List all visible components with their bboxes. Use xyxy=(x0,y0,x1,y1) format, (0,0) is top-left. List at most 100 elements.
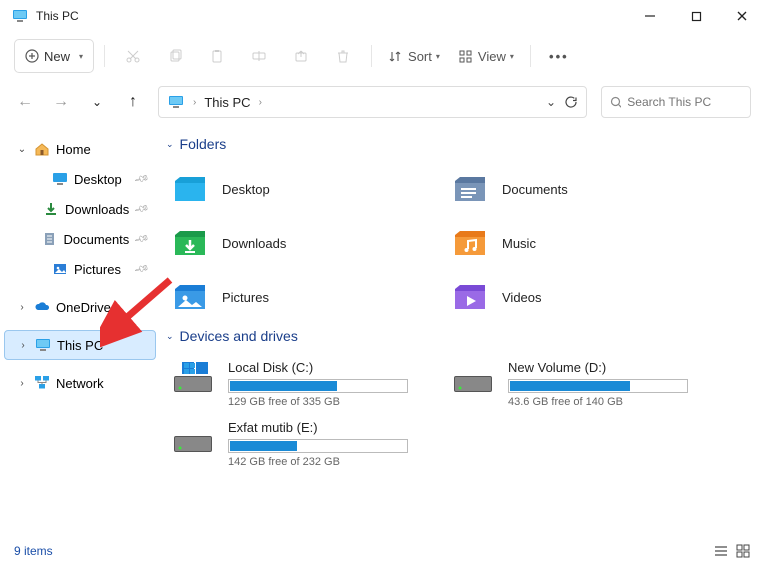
drive-c[interactable]: Local Disk (C:) 129 GB free of 335 GB xyxy=(164,354,444,414)
title-bar: This PC xyxy=(0,0,765,32)
arrow-left-icon: ← xyxy=(17,93,33,110)
chevron-down-icon: ⌄ xyxy=(92,95,102,109)
up-button[interactable]: ↑ xyxy=(122,93,144,111)
minimize-button[interactable] xyxy=(627,0,673,32)
address-bar[interactable]: › This PC › ⌄ xyxy=(158,86,587,118)
drive-free: 129 GB free of 335 GB xyxy=(228,396,436,408)
sort-button[interactable]: Sort ▾ xyxy=(382,39,446,73)
share-button[interactable] xyxy=(283,39,319,73)
paste-button[interactable] xyxy=(199,39,235,73)
folder-label: Videos xyxy=(502,290,542,305)
scissors-icon xyxy=(125,48,141,64)
chevron-right-icon: › xyxy=(16,378,28,389)
refresh-button[interactable] xyxy=(564,95,578,109)
chevron-right-icon: › xyxy=(17,340,29,351)
search-input[interactable] xyxy=(627,95,742,109)
sidebar-item-network[interactable]: › Network xyxy=(4,368,156,398)
sort-icon xyxy=(388,49,403,64)
chevron-right-icon: › xyxy=(193,97,196,108)
pin-icon: 📌︎ xyxy=(133,231,150,247)
rename-button[interactable] xyxy=(241,39,277,73)
search-icon xyxy=(610,96,621,109)
delete-button[interactable] xyxy=(325,39,361,73)
section-header-folders[interactable]: ⌄ Folders xyxy=(166,136,761,152)
download-icon xyxy=(43,201,59,217)
chevron-down-icon: ⌄ xyxy=(166,331,174,342)
sidebar-item-label: Documents xyxy=(64,232,130,247)
folder-music[interactable]: Music xyxy=(444,216,724,270)
more-button[interactable]: ••• xyxy=(541,39,577,73)
pictures-folder-icon xyxy=(172,279,208,315)
sidebar-item-downloads[interactable]: Downloads 📌︎ xyxy=(4,194,156,224)
folders-grid: Desktop Documents Downloads Music Pictur… xyxy=(164,162,761,324)
trash-icon xyxy=(335,48,351,64)
tiles-view-button[interactable] xyxy=(735,543,751,559)
view-button[interactable]: View ▾ xyxy=(452,39,520,73)
close-button[interactable] xyxy=(719,0,765,32)
chevron-right-icon: › xyxy=(16,302,28,313)
thispc-icon xyxy=(167,95,185,109)
cut-button[interactable] xyxy=(115,39,151,73)
sidebar-item-home[interactable]: ⌄ Home xyxy=(4,134,156,164)
sidebar-item-label: Pictures xyxy=(74,262,121,277)
folder-downloads[interactable]: Downloads xyxy=(164,216,444,270)
folder-label: Music xyxy=(502,236,536,251)
copy-icon xyxy=(167,48,183,64)
breadcrumb-item[interactable]: This PC xyxy=(204,95,250,110)
folder-desktop[interactable]: Desktop xyxy=(164,162,444,216)
new-button[interactable]: New ▾ xyxy=(14,39,94,73)
documents-icon xyxy=(42,231,58,247)
pin-icon: 📌︎ xyxy=(133,171,150,187)
forward-button[interactable]: → xyxy=(50,93,72,111)
recent-button[interactable]: ⌄ xyxy=(86,93,108,111)
back-button[interactable]: ← xyxy=(14,93,36,111)
thispc-icon xyxy=(12,8,28,24)
drive-free: 43.6 GB free of 140 GB xyxy=(508,396,716,408)
sidebar-item-pictures[interactable]: Pictures 📌︎ xyxy=(4,254,156,284)
item-count: 9 items xyxy=(14,544,53,558)
sidebar-item-desktop[interactable]: Desktop 📌︎ xyxy=(4,164,156,194)
section-header-drives[interactable]: ⌄ Devices and drives xyxy=(166,328,761,344)
chevron-down-icon: ▾ xyxy=(436,52,440,61)
chevron-down-icon[interactable]: ⌄ xyxy=(546,95,556,109)
sidebar-item-onedrive[interactable]: › OneDrive xyxy=(4,292,156,322)
storage-bar xyxy=(228,439,408,453)
new-button-label: New xyxy=(44,49,70,64)
search-box[interactable] xyxy=(601,86,751,118)
folder-documents[interactable]: Documents xyxy=(444,162,724,216)
toolbar: New ▾ Sort ▾ View ▾ ••• xyxy=(0,32,765,80)
network-icon xyxy=(34,375,50,391)
sidebar-item-label: Home xyxy=(56,142,91,157)
maximize-button[interactable] xyxy=(673,0,719,32)
sidebar-item-label: This PC xyxy=(57,338,103,353)
details-view-button[interactable] xyxy=(713,543,729,559)
window-title: This PC xyxy=(36,9,79,23)
section-title: Devices and drives xyxy=(180,328,298,344)
folder-label: Desktop xyxy=(222,182,270,197)
videos-folder-icon xyxy=(452,279,488,315)
sidebar: ⌄ Home Desktop 📌︎ Downloads 📌︎ Documents… xyxy=(0,124,160,539)
sidebar-item-label: Desktop xyxy=(74,172,122,187)
pictures-icon xyxy=(52,261,68,277)
copy-button[interactable] xyxy=(157,39,193,73)
folder-label: Pictures xyxy=(222,290,269,305)
music-folder-icon xyxy=(452,225,488,261)
drive-name: Local Disk (C:) xyxy=(228,360,436,375)
chevron-down-icon: ⌄ xyxy=(166,139,174,150)
drive-d[interactable]: New Volume (D:) 43.6 GB free of 140 GB xyxy=(444,354,724,414)
sidebar-item-label: OneDrive xyxy=(56,300,111,315)
drive-name: New Volume (D:) xyxy=(508,360,716,375)
drive-e[interactable]: Exfat mutib (E:) 142 GB free of 232 GB xyxy=(164,414,444,474)
home-icon xyxy=(34,141,50,157)
folder-videos[interactable]: Videos xyxy=(444,270,724,324)
sidebar-item-thispc[interactable]: › This PC xyxy=(4,330,156,360)
drive-icon xyxy=(172,420,214,456)
sidebar-item-documents[interactable]: Documents 📌︎ xyxy=(4,224,156,254)
rename-icon xyxy=(251,48,267,64)
pin-icon: 📌︎ xyxy=(133,261,150,277)
storage-bar xyxy=(228,379,408,393)
nav-row: ← → ⌄ ↑ › This PC › ⌄ xyxy=(0,80,765,124)
storage-bar xyxy=(508,379,688,393)
arrow-right-icon: → xyxy=(53,93,69,110)
folder-pictures[interactable]: Pictures xyxy=(164,270,444,324)
